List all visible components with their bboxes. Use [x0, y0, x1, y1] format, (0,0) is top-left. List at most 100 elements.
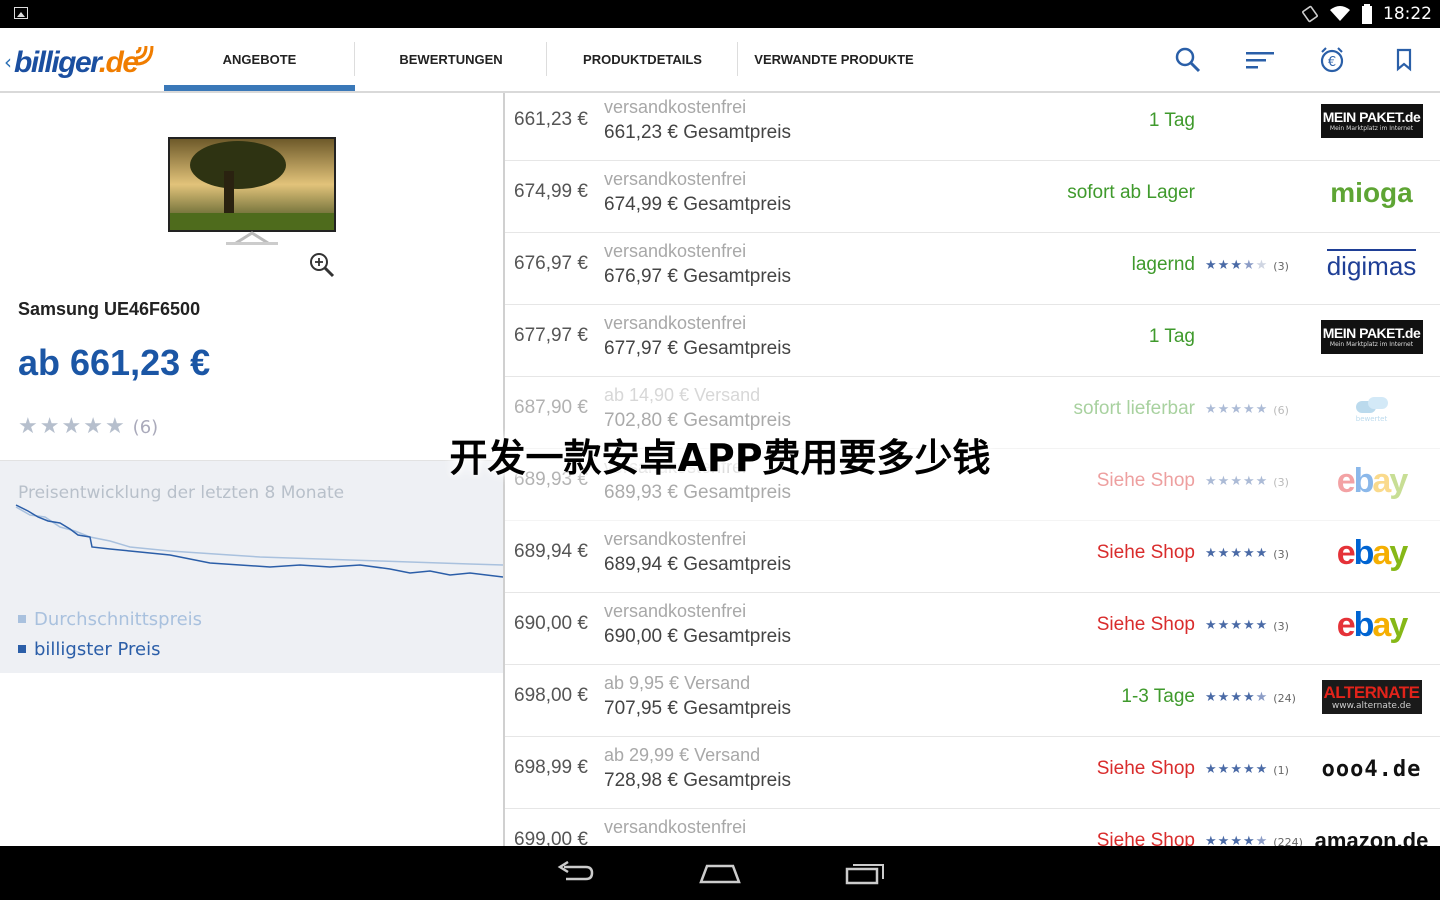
- shop-logo-ebay[interactable]: ebay: [1337, 464, 1409, 498]
- offer-total: 676,97 € Gesamtpreis: [604, 266, 791, 287]
- offer-row[interactable]: 676,97 € versandkostenfrei 676,97 € Gesamt…: [505, 233, 1440, 305]
- offer-total: 702,80 € Gesamtpreis: [604, 410, 791, 431]
- star-icon: ★: [1255, 402, 1268, 417]
- shop-logo-ooo4[interactable]: ooo4.de: [1322, 757, 1422, 782]
- legend-swatch: [18, 615, 26, 623]
- offer-shop[interactable]: ALTERNATE www.alternate.de: [1320, 679, 1423, 715]
- star-icon: ★: [1217, 258, 1230, 273]
- offer-availability: Siehe Shop: [1096, 542, 1195, 563]
- offer-row[interactable]: 699,00 € versandkostenfrei Siehe Shop ★ ★ ★ ★ ★…: [505, 809, 1440, 846]
- shop-logo-mioga[interactable]: mioga: [1330, 177, 1412, 209]
- offer-shop[interactable]: ebay: [1320, 535, 1423, 571]
- home-button[interactable]: [690, 858, 750, 888]
- offer-shop[interactable]: ebay: [1320, 463, 1423, 499]
- shop-rating: ★ ★ ★ ★ ★ (3): [1205, 618, 1289, 633]
- clock: 18:22: [1383, 4, 1432, 24]
- offer-total: 690,00 € Gesamtpreis: [604, 626, 791, 647]
- offer-row[interactable]: 677,97 € versandkostenfrei 677,97 € Gesamt…: [505, 305, 1440, 377]
- offer-shop[interactable]: digimas: [1320, 247, 1423, 283]
- star-icon: ★: [1242, 474, 1255, 489]
- offer-availability: Siehe Shop: [1096, 830, 1195, 846]
- back-button[interactable]: [546, 858, 606, 888]
- star-icon: ★: [1230, 618, 1242, 633]
- star-icon: ★: [1242, 618, 1255, 633]
- offer-total: 728,98 € Gesamtpreis: [604, 770, 791, 791]
- shop-logo-ebay[interactable]: ebay: [1337, 536, 1409, 570]
- system-nav-bar: [0, 846, 1440, 900]
- offer-row[interactable]: 674,99 € versandkostenfrei 674,99 € Gesamt…: [505, 161, 1440, 233]
- shop-logo-ebay[interactable]: ebay: [1337, 608, 1409, 642]
- product-image[interactable]: [166, 135, 338, 250]
- offer-row[interactable]: 661,23 € versandkostenfrei 661,23 € Gesamt…: [505, 93, 1440, 161]
- offer-shipping: versandkostenfrei: [604, 241, 747, 261]
- star-icon: ★: [1242, 690, 1255, 705]
- star-icon: ★: [1217, 618, 1230, 633]
- offer-shop[interactable]: MEIN PAKET.de Mein Marktplatz im Internet: [1320, 319, 1423, 355]
- cloud-icon: [1355, 397, 1388, 413]
- shop-logo-amazon[interactable]: amazon.de: [1315, 828, 1429, 846]
- tab-bewertungen[interactable]: BEWERTUNGEN: [355, 28, 547, 91]
- offer-price: 698,99 €: [514, 757, 588, 778]
- gallery-notification-icon: [14, 7, 28, 19]
- offer-row[interactable]: 689,94 € versandkostenfrei 689,94 € Gesamt…: [505, 521, 1440, 593]
- offer-shipping: ab 29,99 € Versand: [604, 745, 761, 765]
- offer-row[interactable]: 687,90 € ab 14,90 € Versand 702,80 € Gesam…: [505, 377, 1440, 449]
- offer-price: 690,00 €: [514, 613, 588, 634]
- offer-shop[interactable]: amazon.de: [1315, 823, 1429, 846]
- offer-shop[interactable]: MEIN PAKET.de Mein Marktplatz im Internet: [1320, 103, 1423, 139]
- legend-swatch: [18, 645, 26, 653]
- shop-logo-meinpaket[interactable]: MEIN PAKET.de Mein Marktplatz im Internet: [1320, 320, 1423, 354]
- zoom-icon[interactable]: [308, 251, 336, 279]
- avg-price-line: [15, 506, 503, 566]
- offer-row[interactable]: 698,00 € ab 9,95 € Versand 707,95 € Gesamt…: [505, 665, 1440, 737]
- logo-text: billiger.de: [14, 46, 139, 79]
- tab-verwandte-produkte[interactable]: VERWANDTE PRODUKTE: [738, 28, 930, 91]
- offer-row[interactable]: 690,00 € versandkostenfrei 690,00 € Gesamt…: [505, 593, 1440, 665]
- product-rating[interactable]: ★ ★ ★ ★ ★ (6): [18, 416, 158, 438]
- price-alarm-button[interactable]: €: [1296, 28, 1368, 91]
- offer-shipping: versandkostenfrei: [604, 313, 747, 333]
- star-icon: ★: [1217, 546, 1230, 561]
- offer-shop[interactable]: bewertet: [1320, 391, 1423, 427]
- offer-shop[interactable]: ebay: [1320, 607, 1423, 643]
- svg-text:€: €: [1328, 55, 1336, 70]
- star-icon: ★: [1205, 258, 1217, 273]
- app-logo[interactable]: ‹ billiger.de: [4, 32, 164, 88]
- offer-availability: Siehe Shop: [1096, 614, 1195, 635]
- price-history-chart[interactable]: Preisentwicklung der letzten 8 Monate Du…: [0, 460, 503, 673]
- offer-price: 674,99 €: [514, 181, 588, 202]
- status-icons: 18:22: [1301, 0, 1432, 28]
- star-icon: ★: [1230, 258, 1242, 273]
- tab-produktdetails[interactable]: PRODUKTDETAILS: [547, 28, 738, 91]
- star-icon: ★: [1205, 762, 1217, 777]
- star-icon: ★: [1217, 690, 1230, 705]
- tab-bar: ANGEBOTE BEWERTUNGEN PRODUKTDETAILS VERW…: [164, 28, 930, 91]
- offer-price: 676,97 €: [514, 253, 588, 274]
- shop-logo-meinpaket[interactable]: MEIN PAKET.de Mein Marktplatz im Internet: [1320, 104, 1423, 138]
- star-icon: ★: [1255, 834, 1268, 847]
- product-panel: Samsung UE46F6500 ab 661,23 € ★ ★ ★ ★ ★ …: [0, 93, 505, 846]
- recent-apps-button[interactable]: [835, 858, 895, 888]
- wifi-icon: [1330, 6, 1350, 21]
- tab-angebote[interactable]: ANGEBOTE: [164, 28, 355, 91]
- offer-row[interactable]: 689,93 € versandkostenfrei 689,93 € Gesamt…: [505, 449, 1440, 521]
- product-price: ab 661,23 €: [18, 342, 211, 383]
- back-icon: [557, 861, 594, 881]
- offer-shop[interactable]: mioga: [1320, 175, 1423, 211]
- search-icon: [1175, 47, 1201, 72]
- shop-logo-alternate[interactable]: ALTERNATE www.alternate.de: [1321, 680, 1422, 714]
- star-icon: ★: [1242, 258, 1255, 273]
- offer-row[interactable]: 698,99 € ab 29,99 € Versand 728,98 € Gesam…: [505, 737, 1440, 809]
- shop-logo-digimas[interactable]: digimas: [1326, 248, 1417, 282]
- offer-total: 674,99 € Gesamtpreis: [604, 194, 791, 215]
- back-chevron-icon[interactable]: ‹: [4, 50, 12, 74]
- sort-button[interactable]: [1224, 28, 1296, 91]
- search-button[interactable]: [1152, 28, 1224, 91]
- offer-shipping: ab 14,90 € Versand: [604, 385, 761, 405]
- shop-rating: ★ ★ ★ ★ ★ (3): [1205, 474, 1289, 489]
- shop-logo-cloud[interactable]: bewertet: [1354, 395, 1390, 423]
- shop-rating: ★ ★ ★ ★ ★ (3): [1205, 258, 1289, 273]
- bookmark-button[interactable]: [1368, 28, 1440, 91]
- offer-shop[interactable]: ooo4.de: [1320, 751, 1423, 787]
- offer-shipping: versandkostenfrei: [604, 457, 747, 477]
